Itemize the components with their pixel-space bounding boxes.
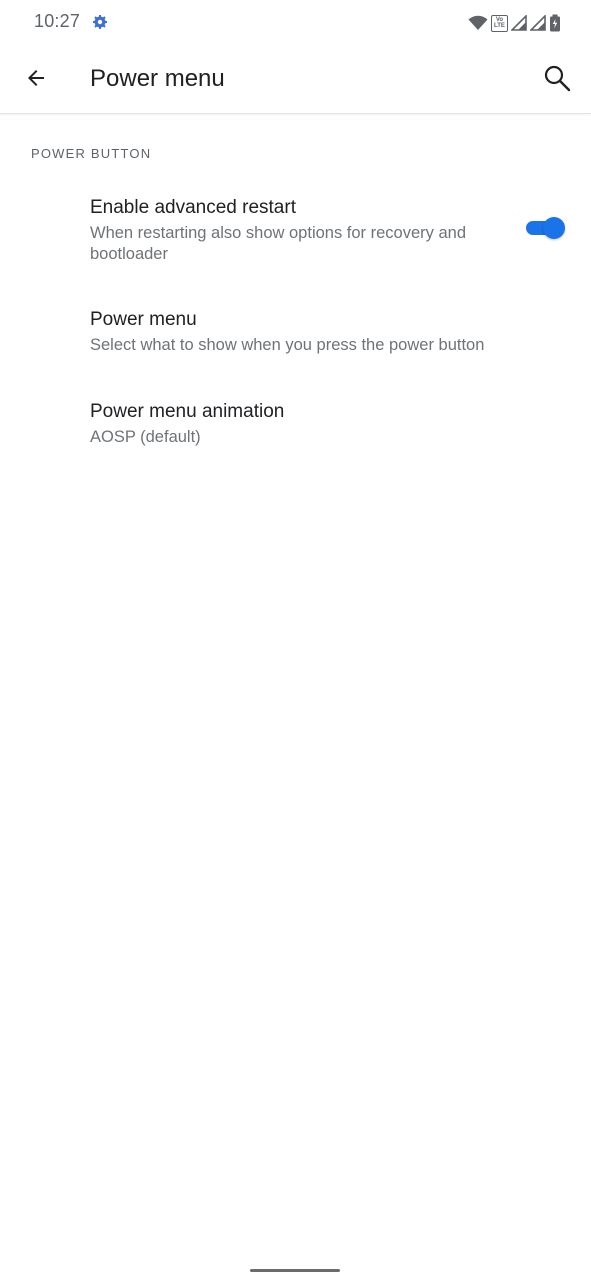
pref-summary: Select what to show when you press the p… [90,336,485,354]
pref-title: Power menu animation [90,401,285,422]
pref-title: Power menu [90,309,197,330]
advanced-restart-toggle[interactable] [524,215,568,241]
signal-icon [511,15,527,31]
pref-power-menu-animation[interactable]: Power menu animation AOSP (default) [0,384,591,466]
status-time: 10:27 [34,11,81,31]
status-bar: 10:27 Vo LTE [0,0,591,46]
page-title: Power menu [90,65,225,92]
pref-summary: When restarting also show options for re… [90,224,467,263]
gesture-nav-handle[interactable] [250,1269,340,1272]
battery-icon [549,14,561,32]
pref-title: Enable advanced restart [90,197,296,218]
search-icon [543,64,571,97]
volte-bottom-label: LTE [494,23,505,29]
back-button[interactable] [16,60,56,100]
arrow-back-icon [24,66,48,95]
volte-icon: Vo LTE [491,14,508,32]
search-button[interactable] [537,60,577,100]
settings-gear-icon [92,14,108,30]
pref-enable-advanced-restart[interactable]: Enable advanced restart When restarting … [0,180,591,276]
app-bar: Power menu [0,46,591,114]
pref-summary: AOSP (default) [90,428,201,446]
screen: 10:27 Vo LTE Power menu POWER BUTTON Ena… [0,0,591,1280]
section-header: POWER BUTTON [31,146,152,161]
wifi-icon [468,15,488,31]
signal-icon [530,15,546,31]
toggle-thumb [543,217,565,239]
pref-power-menu[interactable]: Power menu Select what to show when you … [0,292,591,374]
status-icons: Vo LTE [468,12,561,34]
